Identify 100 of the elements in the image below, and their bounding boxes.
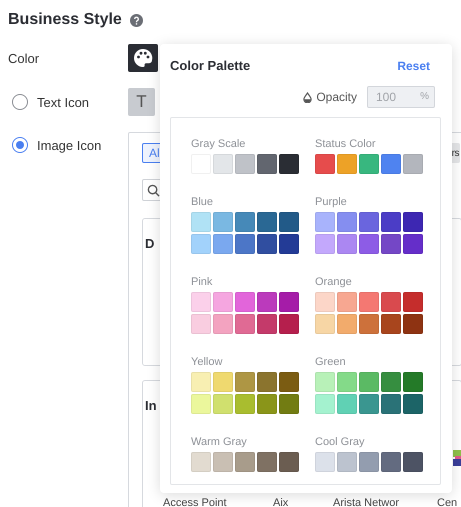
color-swatch[interactable]	[337, 314, 357, 334]
color-swatch[interactable]	[235, 292, 255, 312]
opacity-label: Opacity	[316, 90, 357, 104]
color-swatch[interactable]	[235, 154, 255, 174]
color-swatch[interactable]	[191, 314, 211, 334]
color-swatch[interactable]	[235, 394, 255, 414]
group-label: Warm Gray	[191, 436, 248, 448]
group-label: Green	[315, 356, 347, 368]
color-swatch[interactable]	[403, 234, 423, 254]
search-icon	[147, 184, 160, 196]
color-swatch[interactable]	[213, 372, 233, 392]
group-label: Status Color	[315, 138, 377, 150]
color-swatch[interactable]	[279, 314, 299, 334]
color-swatch[interactable]	[337, 394, 357, 414]
color-swatch[interactable]	[315, 234, 335, 254]
help-icon[interactable]	[130, 14, 143, 26]
color-swatch[interactable]	[359, 372, 379, 392]
group-label: Purple	[315, 196, 348, 208]
color-swatch[interactable]	[213, 212, 233, 232]
color-swatch[interactable]	[315, 372, 335, 392]
color-swatch[interactable]	[337, 372, 357, 392]
group-label: Orange	[315, 276, 353, 288]
color-swatch[interactable]	[359, 394, 379, 414]
color-swatch[interactable]	[213, 394, 233, 414]
color-swatch[interactable]	[381, 154, 401, 174]
section-title: Business Style	[8, 11, 122, 29]
color-swatch[interactable]	[403, 394, 423, 414]
color-swatch[interactable]	[337, 234, 357, 254]
color-swatch[interactable]	[257, 234, 277, 254]
color-swatch[interactable]	[315, 212, 335, 232]
icon-label: Arista Networ	[333, 497, 400, 507]
color-swatch[interactable]	[257, 394, 277, 414]
group-label: Blue	[191, 196, 214, 208]
color-swatch[interactable]	[381, 394, 401, 414]
color-swatch[interactable]	[359, 292, 379, 312]
color-swatch[interactable]	[403, 292, 423, 312]
color-swatch[interactable]	[381, 234, 401, 254]
reset-link[interactable]: Reset	[397, 58, 430, 72]
color-swatch[interactable]	[235, 372, 255, 392]
color-picker-button[interactable]	[128, 44, 158, 72]
color-swatch[interactable]	[191, 212, 211, 232]
color-swatch[interactable]	[279, 394, 299, 414]
color-swatch[interactable]	[191, 452, 211, 472]
color-swatch[interactable]	[213, 234, 233, 254]
color-swatch[interactable]	[359, 314, 379, 334]
color-swatch[interactable]	[381, 292, 401, 312]
color-swatch[interactable]	[381, 452, 401, 472]
color-swatch[interactable]	[315, 154, 335, 174]
color-swatch[interactable]	[279, 452, 299, 472]
radio-button[interactable]	[12, 94, 28, 110]
color-swatch[interactable]	[359, 154, 379, 174]
color-swatch[interactable]	[279, 212, 299, 232]
color-swatch[interactable]	[213, 314, 233, 334]
color-swatch[interactable]	[315, 292, 335, 312]
card-title: D	[145, 235, 154, 253]
color-swatch[interactable]	[213, 154, 233, 174]
color-swatch[interactable]	[191, 372, 211, 392]
color-swatch[interactable]	[257, 372, 277, 392]
icon-label: Access Point	[163, 497, 227, 507]
color-swatch[interactable]	[403, 372, 423, 392]
color-swatch[interactable]	[403, 314, 423, 334]
color-swatch[interactable]	[235, 212, 255, 232]
color-swatch[interactable]	[257, 452, 277, 472]
color-swatch[interactable]	[235, 452, 255, 472]
color-swatch[interactable]	[359, 234, 379, 254]
color-swatch[interactable]	[381, 314, 401, 334]
color-swatch[interactable]	[337, 452, 357, 472]
color-swatch[interactable]	[235, 314, 255, 334]
color-swatch[interactable]	[213, 452, 233, 472]
color-swatch[interactable]	[257, 212, 277, 232]
color-swatch[interactable]	[337, 154, 357, 174]
color-swatch[interactable]	[279, 372, 299, 392]
color-swatch[interactable]	[191, 394, 211, 414]
popup-title: Color Palette	[170, 58, 250, 73]
color-swatch[interactable]	[257, 292, 277, 312]
color-swatch[interactable]	[191, 292, 211, 312]
color-swatch[interactable]	[337, 212, 357, 232]
color-swatch[interactable]	[359, 452, 379, 472]
radio-button[interactable]	[12, 137, 28, 153]
color-swatch[interactable]	[315, 314, 335, 334]
color-swatch[interactable]	[279, 292, 299, 312]
color-swatch[interactable]	[315, 452, 335, 472]
color-swatch[interactable]	[315, 394, 335, 414]
card-title: In	[145, 397, 157, 415]
color-swatch[interactable]	[235, 234, 255, 254]
color-swatch[interactable]	[337, 292, 357, 312]
color-swatch[interactable]	[213, 292, 233, 312]
color-swatch[interactable]	[191, 234, 211, 254]
palette-icon	[133, 48, 153, 68]
color-swatch[interactable]	[279, 154, 299, 174]
color-swatch[interactable]	[257, 154, 277, 174]
color-swatch[interactable]	[381, 212, 401, 232]
color-swatch[interactable]	[403, 154, 423, 174]
color-swatch[interactable]	[403, 212, 423, 232]
color-swatch[interactable]	[279, 234, 299, 254]
text-icon-preview: T	[128, 88, 155, 116]
color-swatch[interactable]	[257, 314, 277, 334]
color-swatch[interactable]	[381, 372, 401, 392]
color-swatch[interactable]	[403, 452, 423, 472]
color-swatch[interactable]	[359, 212, 379, 232]
